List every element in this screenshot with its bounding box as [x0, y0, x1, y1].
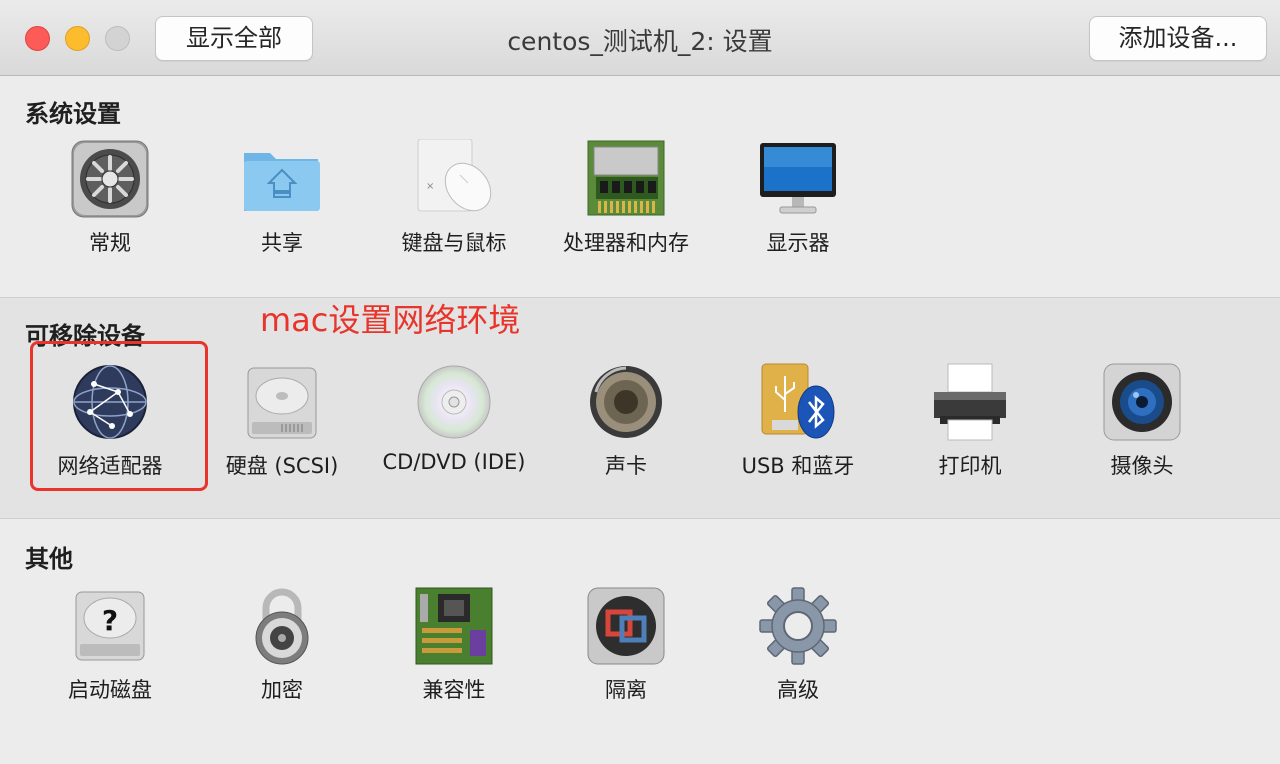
section-title: 其他: [25, 545, 73, 573]
close-window-button[interactable]: [25, 26, 50, 51]
display-icon: [760, 143, 836, 214]
window-title: centos_测试机_2: 设置: [507, 27, 773, 56]
other-section: 其他 ? 启动磁盘 加密 兼容性 隔离 高级: [0, 519, 1280, 764]
printer-icon: [934, 363, 1006, 441]
padlock-icon: [255, 588, 309, 665]
item-label: 高级: [777, 678, 819, 702]
hard-disk-icon: [247, 367, 317, 439]
startup-disk-icon: ?: [75, 591, 145, 661]
item-label: 处理器和内存: [563, 231, 689, 255]
item-label: 常规: [89, 231, 131, 255]
advanced-gear-icon: [759, 587, 837, 665]
svg-text:?: ?: [102, 604, 118, 637]
section-title: 系统设置: [25, 100, 121, 128]
item-label: CD/DVD (IDE): [382, 450, 526, 474]
item-label: 显示器: [766, 231, 830, 255]
annotation-text: mac设置网络环境: [260, 301, 521, 339]
item-label: 兼容性: [422, 678, 486, 702]
item-label: 键盘与鼠标: [401, 231, 507, 255]
motherboard-icon: [415, 587, 493, 665]
keyboard-mouse-icon: ×: [417, 139, 492, 212]
title-bar: 显示全部 centos_测试机_2: 设置 添加设备...: [0, 0, 1280, 76]
item-label: 声卡: [605, 454, 647, 478]
memory-chip-icon: [587, 140, 665, 216]
gear-general-icon: [71, 140, 149, 218]
svg-text:×: ×: [426, 181, 434, 192]
item-label: 启动磁盘: [68, 678, 152, 702]
add-device-button[interactable]: 添加设备...: [1089, 16, 1267, 61]
camera-icon: [1103, 363, 1181, 441]
annotation-highlight-box: [30, 341, 208, 491]
item-label: 硬盘 (SCSI): [225, 454, 339, 478]
item-label: 加密: [261, 678, 303, 702]
usb-bluetooth-icon: [761, 363, 835, 439]
item-label: 共享: [261, 231, 303, 255]
item-label: 隔离: [605, 678, 647, 702]
item-label: USB 和蓝牙: [741, 454, 855, 478]
isolation-icon: [587, 587, 665, 665]
item-label: 打印机: [938, 454, 1002, 478]
minimize-window-button[interactable]: [65, 26, 90, 51]
item-label: 摄像头: [1110, 454, 1174, 478]
speaker-icon: [590, 366, 662, 438]
system-settings-section: 系统设置 常规 共享 × 键盘与鼠标 处理器和内存 显示器: [0, 77, 1280, 297]
cd-dvd-icon: [417, 365, 491, 439]
zoom-window-button[interactable]: [105, 26, 130, 51]
shared-folder-icon: [244, 153, 320, 211]
show-all-button[interactable]: 显示全部: [155, 16, 313, 61]
